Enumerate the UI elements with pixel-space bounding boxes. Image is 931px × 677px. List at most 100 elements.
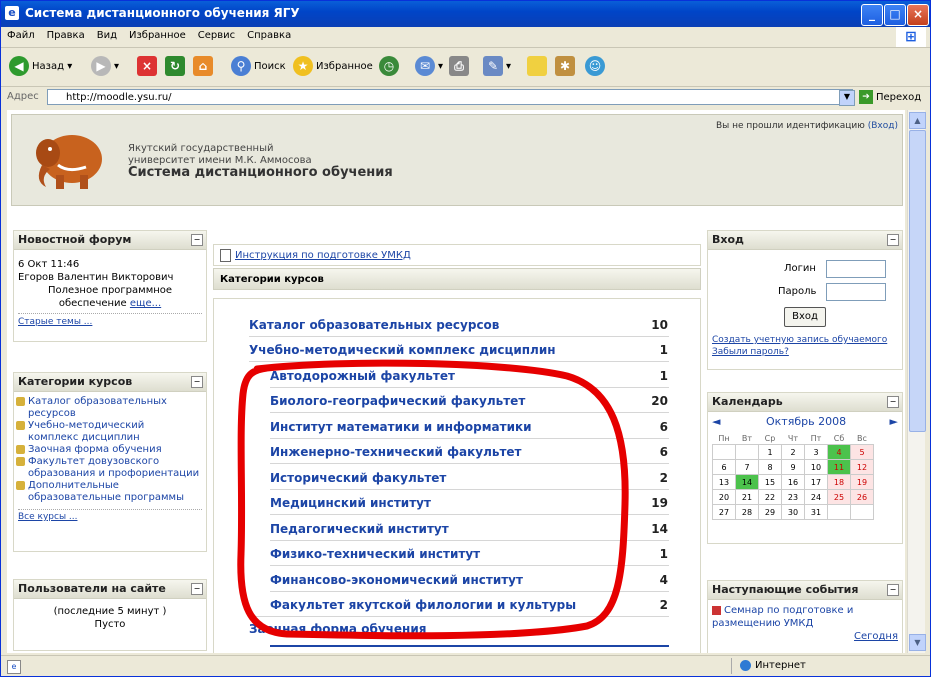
- category-link[interactable]: Факультет довузовского образования и проф…: [14, 456, 206, 480]
- calendar-day[interactable]: 31: [804, 504, 828, 520]
- menu-edit[interactable]: Правка: [41, 27, 91, 44]
- category-link[interactable]: Каталог образовательных ресурсов: [14, 396, 206, 420]
- calendar-day[interactable]: 1: [758, 444, 782, 460]
- scroll-thumb[interactable]: [909, 130, 926, 432]
- calendar-day[interactable]: 3: [804, 444, 828, 460]
- calendar-day[interactable]: 12: [850, 459, 874, 475]
- password-input[interactable]: [826, 283, 886, 301]
- ie-icon: e: [5, 6, 19, 20]
- collapse-icon[interactable]: −: [887, 234, 899, 246]
- address-dropdown-icon[interactable]: ▼: [839, 90, 855, 106]
- stop-button[interactable]: ×: [137, 56, 160, 78]
- scroll-down-icon[interactable]: ▼: [909, 634, 926, 651]
- next-month-icon[interactable]: ►: [890, 415, 898, 428]
- messenger-button[interactable]: ☺: [585, 56, 608, 78]
- calendar-day[interactable]: 14: [735, 474, 759, 490]
- history-button[interactable]: ◷: [379, 56, 402, 78]
- home-button[interactable]: ⌂: [193, 56, 216, 78]
- category-link[interactable]: Учебно-методический комплекс дисциплин: [14, 420, 206, 444]
- minimize-button[interactable]: _: [861, 4, 883, 26]
- print-button[interactable]: ⎙: [449, 56, 472, 78]
- category-count: 19: [651, 496, 668, 510]
- calendar-day[interactable]: 25: [827, 489, 851, 505]
- forgot-password-link[interactable]: Забыли пароль?: [712, 346, 887, 358]
- calendar-day[interactable]: 28: [735, 504, 759, 520]
- prev-month-icon[interactable]: ◄: [712, 415, 720, 428]
- day-header: Ср: [764, 434, 776, 443]
- calendar-header: Календарь −: [708, 393, 902, 412]
- go-button[interactable]: ➔ Переход: [859, 90, 921, 104]
- calendar-day[interactable]: 22: [758, 489, 782, 505]
- vertical-scrollbar[interactable]: ▲ ▼: [907, 110, 926, 653]
- calendar-day[interactable]: 30: [781, 504, 805, 520]
- calendar-day[interactable]: 8: [758, 459, 782, 475]
- calendar-day[interactable]: 26: [850, 489, 874, 505]
- folder-icon: [16, 397, 25, 406]
- back-button[interactable]: ◀ Назад ▾: [9, 56, 72, 78]
- instruction-link[interactable]: Инструкция по подготовке УМКД: [235, 250, 411, 261]
- maximize-button[interactable]: □: [884, 4, 906, 26]
- calendar-day[interactable]: 5: [850, 444, 874, 460]
- today-link[interactable]: Сегодня: [712, 630, 898, 643]
- calendar-day[interactable]: 27: [712, 504, 736, 520]
- calendar-day[interactable]: 4: [827, 444, 851, 460]
- create-account-link[interactable]: Создать учетную запись обучаемого: [712, 334, 887, 346]
- address-bar: Адрес http://moodle.ysu.ru/ ▼ ➔ Переход: [1, 87, 930, 109]
- folder-icon: [16, 445, 25, 454]
- menu-view[interactable]: Вид: [91, 27, 123, 44]
- calendar-day[interactable]: 6: [712, 459, 736, 475]
- news-forum-block: Новостной форум − 6 Окт 11:46 Егоров Вале…: [13, 230, 207, 342]
- calendar-day[interactable]: 17: [804, 474, 828, 490]
- forward-button[interactable]: ▶ ▾: [91, 56, 119, 78]
- login-input[interactable]: [826, 260, 886, 278]
- calendar-day[interactable]: 11: [827, 459, 851, 475]
- calendar-day[interactable]: 24: [804, 489, 828, 505]
- collapse-icon[interactable]: −: [191, 376, 203, 388]
- calendar-day[interactable]: 2: [781, 444, 805, 460]
- event-link-continued[interactable]: размещению УМКД: [712, 617, 898, 630]
- all-courses-link[interactable]: Все курсы ...: [18, 512, 78, 522]
- collapse-icon[interactable]: −: [887, 584, 899, 596]
- calendar-day[interactable]: 21: [735, 489, 759, 505]
- calendar-day[interactable]: 9: [781, 459, 805, 475]
- search-button[interactable]: ⚲ Поиск: [231, 56, 286, 78]
- category-link[interactable]: Заочная форма обучения: [14, 444, 206, 456]
- menu-file[interactable]: Файл: [1, 27, 41, 44]
- collapse-icon[interactable]: −: [887, 396, 899, 408]
- news-more-link[interactable]: еще...: [130, 298, 161, 309]
- edit-button[interactable]: ✎ ▾: [483, 56, 511, 78]
- refresh-button[interactable]: ↻: [165, 56, 188, 78]
- scroll-up-icon[interactable]: ▲: [909, 112, 926, 129]
- close-button[interactable]: ×: [907, 4, 929, 26]
- calendar-block: Календарь − ◄ Октябрь 2008 ► Пн Вт Ср Чт …: [707, 392, 903, 544]
- calendar-day[interactable]: 13: [712, 474, 736, 490]
- discuss-button[interactable]: [527, 56, 550, 78]
- favorites-button[interactable]: ★ Избранное: [293, 56, 373, 78]
- calendar-day[interactable]: 19: [850, 474, 874, 490]
- address-input[interactable]: http://moodle.ysu.ru/: [47, 89, 853, 105]
- calendar-month[interactable]: Октябрь 2008: [766, 415, 846, 428]
- menu-favorites[interactable]: Избранное: [123, 27, 192, 44]
- event-link[interactable]: Семнар по подготовке и: [724, 605, 853, 616]
- header-login-link[interactable]: (Вход): [868, 121, 898, 131]
- category-link[interactable]: Дополнительные образовательные программы: [14, 480, 206, 504]
- old-topics-link[interactable]: Старые темы ...: [18, 317, 92, 327]
- calendar-day[interactable]: 7: [735, 459, 759, 475]
- day-header: Пт: [810, 434, 822, 443]
- menu-help[interactable]: Справка: [241, 27, 297, 44]
- calendar-day[interactable]: 10: [804, 459, 828, 475]
- login-button[interactable]: Вход: [784, 307, 826, 327]
- calendar-day[interactable]: 20: [712, 489, 736, 505]
- mail-button[interactable]: ✉ ▾: [415, 56, 443, 78]
- calendar-day[interactable]: 23: [781, 489, 805, 505]
- menu-tools[interactable]: Сервис: [192, 27, 241, 44]
- calendar-day[interactable]: 16: [781, 474, 805, 490]
- categories-block: Категории курсов − Каталог образовательны…: [13, 372, 207, 552]
- calendar-day[interactable]: 18: [827, 474, 851, 490]
- collapse-icon[interactable]: −: [191, 234, 203, 246]
- collapse-icon[interactable]: −: [191, 583, 203, 595]
- users-period: (последние 5 минут ): [53, 606, 167, 617]
- calendar-day[interactable]: 15: [758, 474, 782, 490]
- research-button[interactable]: ✱: [555, 56, 578, 78]
- calendar-day[interactable]: 29: [758, 504, 782, 520]
